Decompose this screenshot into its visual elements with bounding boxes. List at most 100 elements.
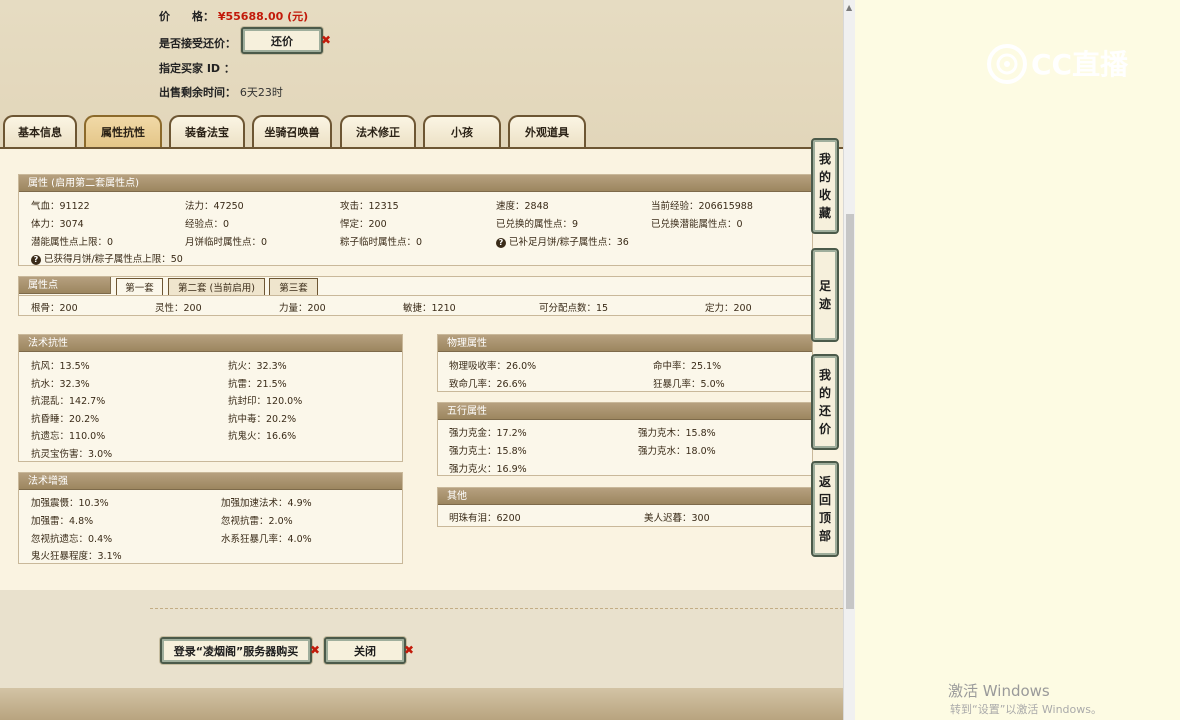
enhance-cell: 加强加速法术：4.9% xyxy=(221,498,312,509)
side-favorites-button[interactable]: 我 的 收 藏 xyxy=(811,138,839,234)
enhance-cell: 鬼火狂暴程度：3.1% xyxy=(31,551,122,562)
attr-cell: 当前经验：206615988 xyxy=(651,201,753,212)
windows-watermark-hint: 转到“设置”以激活 Windows。 xyxy=(950,703,1102,716)
side-char: 的 xyxy=(818,386,831,400)
scroll-up-icon[interactable]: ▲ xyxy=(846,3,852,12)
resist-cell: 抗昏睡：20.2% xyxy=(31,414,100,425)
resist-cell: 抗雷：21.5% xyxy=(228,379,287,390)
side-char: 价 xyxy=(818,422,831,436)
subtab-set-3[interactable]: 第三套 xyxy=(269,278,318,295)
windows-watermark: 激活 Windows xyxy=(948,682,1050,700)
side-char: 的 xyxy=(818,170,831,184)
buy-close-icon[interactable]: ✖ xyxy=(310,643,320,657)
resist-cell: 抗封印：120.0% xyxy=(228,396,303,407)
side-my-bargain-button[interactable]: 我 的 还 价 xyxy=(811,354,839,450)
point-cell: 灵性：200 xyxy=(155,303,202,314)
price-label: 价 格： xyxy=(159,10,214,23)
help-icon[interactable]: ? xyxy=(31,255,41,265)
physical-cell: 致命几率：26.6% xyxy=(449,379,527,390)
attr-cell: 攻击：12315 xyxy=(340,201,399,212)
footer-divider xyxy=(150,608,843,609)
attr-cell: 粽子临时属性点：0 xyxy=(340,237,423,248)
five-cell: 强力克火：16.9% xyxy=(449,464,527,475)
side-char: 返 xyxy=(818,475,831,489)
enhance-box-title: 法术增强 xyxy=(19,473,402,490)
point-cell: 可分配点数：15 xyxy=(539,303,609,314)
tab-mounts-pets[interactable]: 坐骑召唤兽 xyxy=(252,115,332,147)
resist-cell: 抗遗忘：110.0% xyxy=(31,431,106,442)
point-cell: 敏捷：1210 xyxy=(403,303,456,314)
resist-cell: 抗风：13.5% xyxy=(31,361,90,372)
scrollbar-thumb[interactable] xyxy=(846,214,854,609)
attr-cell-help: ? 已获得月饼/粽子属性点上限：50 xyxy=(31,251,183,265)
close-x-icon[interactable]: ✖ xyxy=(404,643,414,657)
logo-text: CC直播 xyxy=(1031,48,1129,81)
attr-cell: 速度：2848 xyxy=(496,201,549,212)
side-char: 部 xyxy=(818,529,831,543)
scrollbar[interactable]: ▲ xyxy=(843,0,855,720)
attr-cell-help: ? 已补足月饼/粽子属性点：36 xyxy=(496,234,629,248)
physical-cell: 物理吸收率：26.0% xyxy=(449,361,537,372)
attr-cell: 已获得月饼/粽子属性点上限：50 xyxy=(44,254,183,265)
side-char: 回 xyxy=(818,493,831,507)
side-footprint-button[interactable]: 足 迹 xyxy=(811,248,839,342)
side-char: 我 xyxy=(818,152,831,166)
resist-cell: 抗中毒：20.2% xyxy=(228,414,297,425)
physical-cell: 命中率：25.1% xyxy=(653,361,722,372)
side-char: 我 xyxy=(818,368,831,382)
resist-cell: 抗鬼火：16.6% xyxy=(228,431,297,442)
bargain-button[interactable]: 还价 xyxy=(241,27,323,54)
tab-spell-correction[interactable]: 法术修正 xyxy=(340,115,416,147)
price-value: ¥55688.00 (元) xyxy=(217,10,309,23)
other-box-title: 其他 xyxy=(438,488,812,505)
resist-cell: 抗火：32.3% xyxy=(228,361,287,372)
close-button[interactable]: 关闭 xyxy=(324,637,406,664)
side-char: 迹 xyxy=(818,297,831,311)
tab-basic-info[interactable]: 基本信息 xyxy=(3,115,77,147)
subtab-set-1[interactable]: 第一套 xyxy=(116,278,163,295)
point-cell: 力量：200 xyxy=(279,303,326,314)
side-char: 顶 xyxy=(818,511,831,525)
attr-cell: 气血：91122 xyxy=(31,201,90,212)
attr-cell: 已兑换潜能属性点：0 xyxy=(651,219,743,230)
attribute-box-title: 属性 (启用第二套属性点) xyxy=(19,175,812,192)
enhance-cell: 忽视抗遗忘：0.4% xyxy=(31,534,113,545)
bargain-label: 是否接受还价： xyxy=(159,37,236,50)
enhance-cell: 加强震慑：10.3% xyxy=(31,498,109,509)
attr-cell: 法力：47250 xyxy=(185,201,244,212)
points-box-title: 属性点 xyxy=(19,277,111,294)
other-cell: 美人迟暮：300 xyxy=(644,513,710,524)
five-cell: 强力克土：15.8% xyxy=(449,446,527,457)
attr-cell: 潜能属性点上限：0 xyxy=(31,237,114,248)
enhance-cell: 水系狂暴几率：4.0% xyxy=(221,534,312,545)
attr-cell: 经验点：0 xyxy=(185,219,230,230)
tab-attributes[interactable]: 属性抗性 xyxy=(84,115,162,147)
side-char: 收 xyxy=(818,188,831,202)
side-back-to-top-button[interactable]: 返 回 顶 部 xyxy=(811,461,839,557)
subtab-set-2[interactable]: 第二套 (当前启用) xyxy=(168,278,265,295)
time-label: 出售剩余时间： xyxy=(159,86,236,99)
tab-equipment[interactable]: 装备法宝 xyxy=(169,115,245,147)
bargain-close-icon[interactable]: ✖ xyxy=(321,33,331,47)
point-cell: 根骨：200 xyxy=(31,303,78,314)
side-char: 藏 xyxy=(818,206,831,220)
help-icon[interactable]: ? xyxy=(496,238,506,248)
resist-box-title: 法术抗性 xyxy=(19,335,402,352)
five-cell: 强力克水：18.0% xyxy=(638,446,716,457)
five-elements-box-title: 五行属性 xyxy=(438,403,812,420)
bottom-border xyxy=(0,688,843,720)
side-char: 足 xyxy=(818,279,831,293)
cc-live-logo-icon: CC直播 xyxy=(987,44,1129,84)
enhance-cell: 忽视抗雷：2.0% xyxy=(221,516,293,527)
buy-button[interactable]: 登录“凌烟阁”服务器购买 xyxy=(160,637,312,664)
resist-cell: 抗水：32.3% xyxy=(31,379,90,390)
five-cell: 强力克金：17.2% xyxy=(449,428,527,439)
tab-appearance[interactable]: 外观道具 xyxy=(508,115,586,147)
point-cell: 定力：200 xyxy=(705,303,752,314)
physical-cell: 狂暴几率：5.0% xyxy=(653,379,725,390)
enhance-cell: 加强雷：4.8% xyxy=(31,516,94,527)
browser-content: 价 格： ¥55688.00 (元) 是否接受还价： 还价 ✖ 指定买家 ID … xyxy=(0,0,843,720)
attr-cell: 月饼临时属性点：0 xyxy=(185,237,268,248)
tab-children[interactable]: 小孩 xyxy=(423,115,501,147)
price-row: 价 格： ¥55688.00 (元) xyxy=(159,8,308,24)
